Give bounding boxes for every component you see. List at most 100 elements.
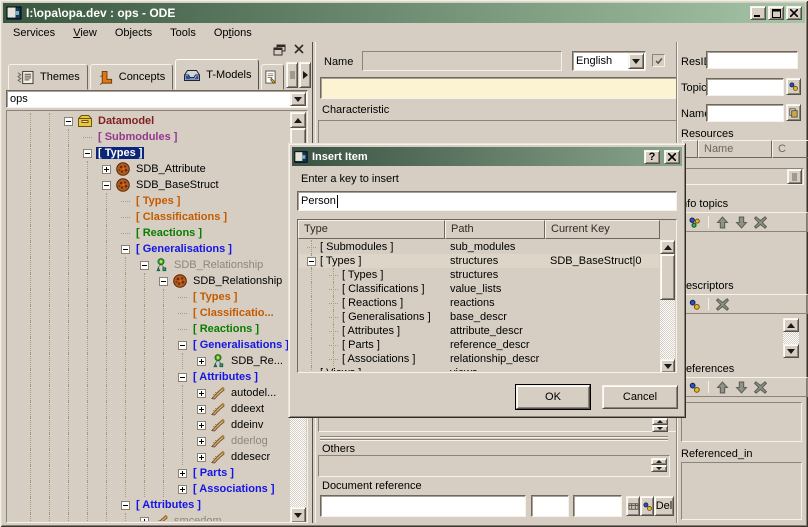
up-arrow-icon[interactable] <box>715 215 730 230</box>
document-browse-button[interactable] <box>626 496 640 516</box>
tree-item-label[interactable]: smcedom <box>172 515 224 521</box>
document-reference-page-input[interactable] <box>531 495 569 517</box>
tree-item[interactable]: SDB_BaseStruct <box>8 177 290 193</box>
tab-themes[interactable]: Themes <box>8 64 88 90</box>
tree-item[interactable]: [ Classificatio... <box>8 305 290 321</box>
delete-x-icon[interactable] <box>753 380 768 395</box>
tree-item-label[interactable]: [ Parts ] <box>191 467 236 479</box>
tree-item-label[interactable]: [ Generalisations ] <box>191 339 290 351</box>
name-input[interactable] <box>320 77 676 99</box>
tree-item[interactable]: [ Submodules ] <box>8 129 290 145</box>
tab-t-models[interactable]: T-Models <box>175 59 259 90</box>
tree-expander-plus[interactable] <box>197 405 206 414</box>
tree-item[interactable]: [ Types ] <box>8 145 290 161</box>
down-arrow-icon[interactable] <box>734 215 749 230</box>
tree-expander-plus[interactable] <box>197 389 206 398</box>
dialog-table-row[interactable]: [ Reactions ]reactions <box>299 296 659 310</box>
tree-expander-minus[interactable] <box>102 181 111 190</box>
help-button[interactable]: ? <box>644 150 660 164</box>
close-panel-icon[interactable] <box>294 44 304 57</box>
tree-expander-plus[interactable] <box>140 517 149 522</box>
model-combobox[interactable]: ops <box>6 90 308 108</box>
minimize-button[interactable] <box>750 6 766 20</box>
language-combobox[interactable]: English <box>572 51 646 71</box>
tree-item[interactable]: Datamodel <box>8 113 290 129</box>
up-arrow-icon[interactable] <box>715 380 730 395</box>
tree-expander-minus[interactable] <box>121 245 130 254</box>
scroll-down-button[interactable] <box>290 507 306 523</box>
resid-input[interactable] <box>706 51 798 69</box>
tree-expander-plus[interactable] <box>197 357 206 366</box>
document-reference-input[interactable] <box>320 495 526 517</box>
tree-expander-plus[interactable] <box>197 453 206 462</box>
tree-item[interactable]: [ Classifications ] <box>8 209 290 225</box>
tree-item-label[interactable]: [ Types ] <box>134 195 182 207</box>
tree-item[interactable]: [ Generalisations ] <box>8 337 290 353</box>
menu-item-services[interactable]: Services <box>4 25 64 41</box>
tree-item[interactable]: ddeext <box>8 401 290 417</box>
tree-expander-plus[interactable] <box>197 421 206 430</box>
tab-concepts[interactable]: Concepts <box>90 64 173 90</box>
tree-expander-minus[interactable] <box>83 149 92 158</box>
tree-expander-minus[interactable] <box>178 341 187 350</box>
dialog-table-row[interactable]: [ Classifications ]value_lists <box>299 282 659 296</box>
tree-item-label[interactable]: [ Submodules ] <box>96 131 179 143</box>
others-field[interactable] <box>318 455 670 477</box>
resname-input[interactable] <box>706 104 784 122</box>
document-link-button[interactable] <box>640 496 654 516</box>
tree-item[interactable]: autodel... <box>8 385 290 401</box>
language-checkbox[interactable] <box>652 54 665 67</box>
resname-copy-button[interactable] <box>786 104 801 121</box>
tree-item[interactable]: [ Associations ] <box>8 481 290 497</box>
tree-item[interactable]: SDB_Relationship <box>8 257 290 273</box>
scroll-up-button[interactable] <box>290 112 306 128</box>
spin-up-icon[interactable] <box>651 458 667 465</box>
dialog-close-button[interactable] <box>664 150 680 164</box>
tree-item-label[interactable]: SDB_Relationship <box>172 259 265 271</box>
dialog-table-row[interactable]: [ Types ]structures <box>299 268 659 282</box>
menu-item-tools[interactable]: Tools <box>161 25 205 41</box>
column-current-key[interactable]: Current Key <box>545 220 660 239</box>
tree-item[interactable]: SDB_Re... <box>8 353 290 369</box>
tree-item[interactable]: [ Reactions ] <box>8 321 290 337</box>
dialog-table-row[interactable]: [ Associations ]relationship_descr <box>299 352 659 366</box>
close-button[interactable] <box>786 6 802 20</box>
tree-item[interactable]: [ Reactions ] <box>8 225 290 241</box>
tree-item-label[interactable]: [ Classificatio... <box>191 307 276 319</box>
dialog-title-bar[interactable]: Insert Item ? <box>292 147 682 166</box>
tree-item[interactable]: ddesecr <box>8 449 290 465</box>
resources-col-c[interactable]: C <box>772 140 808 158</box>
spin-down-icon[interactable] <box>652 425 668 432</box>
dialog-table-row[interactable]: [ Parts ]reference_descr <box>299 338 659 352</box>
spin-down-icon[interactable] <box>651 465 667 472</box>
tree-expander-minus[interactable] <box>178 373 187 382</box>
scroll-down-button[interactable] <box>660 359 675 373</box>
tree-item[interactable]: [ Attributes ] <box>8 369 290 385</box>
column-type[interactable]: Type <box>298 220 445 239</box>
tab-more[interactable] <box>261 64 284 90</box>
down-arrow-icon[interactable] <box>734 380 749 395</box>
tree-item[interactable]: dderlog <box>8 433 290 449</box>
menu-item-objects[interactable]: Objects <box>106 25 161 41</box>
document-del-button[interactable]: Del <box>654 496 674 516</box>
tree-item-label[interactable]: SDB_Attribute <box>134 163 208 175</box>
document-reference-pos-input[interactable] <box>573 495 622 517</box>
others-spinner[interactable] <box>651 458 667 472</box>
tree-item-label[interactable]: ddeinv <box>229 419 265 431</box>
delete-x-icon[interactable] <box>715 297 730 312</box>
tab-scroll-right-button[interactable] <box>299 62 311 88</box>
dialog-table-row[interactable]: [ Types ]structuresSDB_BaseStruct|0 <box>299 254 659 268</box>
delete-x-icon[interactable] <box>753 215 768 230</box>
cancel-button[interactable]: Cancel <box>602 385 678 409</box>
dialog-table-row[interactable]: [ Submodules ]sub_modules <box>299 240 659 254</box>
resources-hscrollbar[interactable] <box>682 168 804 185</box>
maximize-button[interactable] <box>768 6 784 20</box>
tree-item-label[interactable]: dderlog <box>229 435 270 447</box>
tree-item-label[interactable]: [ Associations ] <box>191 483 277 495</box>
topic-pick-button[interactable] <box>786 78 801 95</box>
tree-item-label[interactable]: Datamodel <box>96 115 156 127</box>
tree-item-label[interactable]: SDB_Re... <box>229 355 285 367</box>
combobox-dropdown-button[interactable] <box>290 92 306 106</box>
tree-item[interactable]: SDB_Attribute <box>8 161 290 177</box>
tab-scroll-left-button[interactable] <box>286 62 298 88</box>
